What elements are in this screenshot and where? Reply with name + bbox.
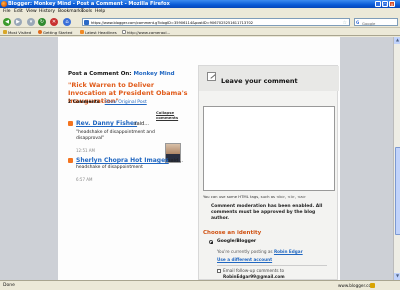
- bookmark-label: Most Visited: [8, 29, 32, 35]
- comment-body: "headshake of disappointment and disappr…: [76, 130, 155, 141]
- page-viewport: Post a Comment On: Monkey Mind "Rick War…: [0, 37, 393, 280]
- navigation-toolbar: ◀ ▶ ▾ ↻ ✕ ⌂ https://www.blogger.com/comm…: [0, 16, 400, 28]
- browser-window: Blogger: Monkey Mind - Post a Comment - …: [0, 0, 400, 290]
- collapse-comments-link[interactable]: Collapse comments: [156, 110, 194, 120]
- rss-icon: [80, 30, 84, 34]
- menu-tools[interactable]: Tools: [81, 9, 92, 14]
- posting-as-user-link[interactable]: Robin Edgar: [274, 249, 303, 254]
- window-title: Blogger: Monkey Mind - Post a Comment - …: [8, 1, 170, 7]
- identity-radio-google[interactable]: [209, 240, 213, 244]
- scroll-down-icon[interactable]: ▼: [394, 273, 400, 280]
- identity-option-label[interactable]: Google/Blogger: [217, 239, 256, 244]
- bookmark-latest-headlines[interactable]: Latest Headlines: [80, 30, 117, 35]
- search-input[interactable]: G Google: [354, 18, 398, 26]
- star-icon[interactable]: ☆: [343, 20, 347, 26]
- comments-column: Post a Comment On: Monkey Mind "Rick War…: [58, 37, 194, 280]
- comment-time[interactable]: 12:51 AM: [76, 148, 95, 153]
- reload-icon[interactable]: ↻: [38, 18, 46, 26]
- divider: [217, 265, 327, 266]
- bookmarks-toolbar: Most Visited Getting Started Latest Head…: [0, 28, 400, 36]
- posting-as: You're currently posting as Robin Edgar: [217, 249, 303, 254]
- site-identity-icon[interactable]: [84, 20, 89, 25]
- said-label: said...: [168, 158, 183, 164]
- bookmark-cameraol[interactable]: http://www.cameraol...: [122, 30, 170, 35]
- comment-author-link[interactable]: Sherlyn Chopra Hot Images: [76, 157, 169, 164]
- comment-textarea[interactable]: [203, 106, 335, 191]
- different-account-link[interactable]: Use a different account: [217, 257, 272, 262]
- home-icon[interactable]: ⌂: [63, 18, 71, 26]
- comment-count: 2 Comments – Show Original Post: [68, 100, 147, 105]
- page-icon: [122, 30, 126, 34]
- title-bar: Blogger: Monkey Mind - Post a Comment - …: [0, 0, 400, 8]
- followup-email: RobinEdgar99@gmail.com: [223, 274, 285, 279]
- bookmark-most-visited[interactable]: Most Visited: [3, 30, 31, 35]
- menu-bookmarks[interactable]: Bookmarks: [58, 9, 83, 14]
- lock-icon[interactable]: [370, 283, 375, 288]
- firefox-icon: [38, 30, 42, 34]
- pencil-icon: [207, 72, 216, 81]
- form-heading: Leave your comment: [221, 77, 298, 85]
- post-caption: Post a Comment On: Monkey Mind: [68, 71, 175, 77]
- comment-body: headshake of disappointment: [76, 165, 143, 170]
- menu-help[interactable]: Help: [95, 9, 105, 14]
- stop-icon[interactable]: ✕: [50, 18, 58, 26]
- url-text[interactable]: https://www.blogger.com/comment.g?blogID…: [91, 21, 253, 25]
- blogger-icon: [68, 121, 73, 126]
- followup-checkbox[interactable]: [217, 269, 221, 273]
- menu-bar: File Edit View History Bookmarks Tools H…: [0, 8, 400, 16]
- menu-view[interactable]: View: [26, 9, 37, 14]
- show-original-link[interactable]: Show Original Post: [105, 100, 147, 105]
- comment-page: Post a Comment On: Monkey Mind "Rick War…: [58, 37, 340, 280]
- menu-edit[interactable]: Edit: [14, 9, 23, 14]
- firefox-icon: [1, 1, 7, 7]
- url-bar[interactable]: https://www.blogger.com/comment.g?blogID…: [82, 18, 350, 26]
- moderation-notice: Comment moderation has been enabled. All…: [211, 204, 323, 221]
- menu-history[interactable]: History: [39, 9, 55, 14]
- maximize-button[interactable]: □: [382, 1, 388, 7]
- comment-count-value: 2 Comments: [68, 100, 100, 105]
- status-text: Done: [3, 283, 15, 288]
- form-header: Leave your comment: [199, 66, 339, 91]
- search-placeholder[interactable]: Google: [362, 21, 375, 26]
- dropdown-icon[interactable]: ▾: [27, 18, 35, 26]
- status-bar: Done www.blogger.com: [0, 280, 400, 290]
- minimize-button[interactable]: _: [375, 1, 381, 7]
- post-caption-label: Post a Comment On:: [68, 71, 132, 77]
- blogger-icon: [68, 158, 73, 163]
- menu-file[interactable]: File: [3, 9, 11, 14]
- comment-time[interactable]: 6:57 AM: [76, 177, 92, 182]
- html-note: You can use some HTML tags, such as <b>,…: [203, 194, 306, 199]
- scroll-up-icon[interactable]: ▲: [394, 37, 400, 44]
- bookmark-label: http://www.cameraol...: [127, 29, 171, 35]
- bookmark-label: Latest Headlines: [85, 29, 117, 35]
- scroll-thumb[interactable]: [394, 147, 400, 235]
- folder-icon: [3, 30, 7, 34]
- bookmark-getting-started[interactable]: Getting Started: [38, 30, 72, 35]
- comment-author-link[interactable]: Rev. Danny Fisher: [76, 120, 137, 127]
- comment-form: Leave your comment You can use some HTML…: [198, 65, 339, 280]
- close-button[interactable]: ×: [389, 1, 395, 7]
- said-label: said...: [134, 121, 149, 127]
- forward-icon[interactable]: ▶: [14, 18, 22, 26]
- back-icon[interactable]: ◀: [3, 18, 11, 26]
- vertical-scrollbar[interactable]: ▲ ▼: [393, 37, 400, 280]
- posting-as-prefix: You're currently posting as: [217, 249, 273, 254]
- blog-name-link[interactable]: Monkey Mind: [133, 71, 174, 77]
- bookmark-label: Getting Started: [43, 29, 73, 35]
- google-icon[interactable]: G: [356, 20, 359, 25]
- choose-identity-heading: Choose an identity: [203, 230, 262, 236]
